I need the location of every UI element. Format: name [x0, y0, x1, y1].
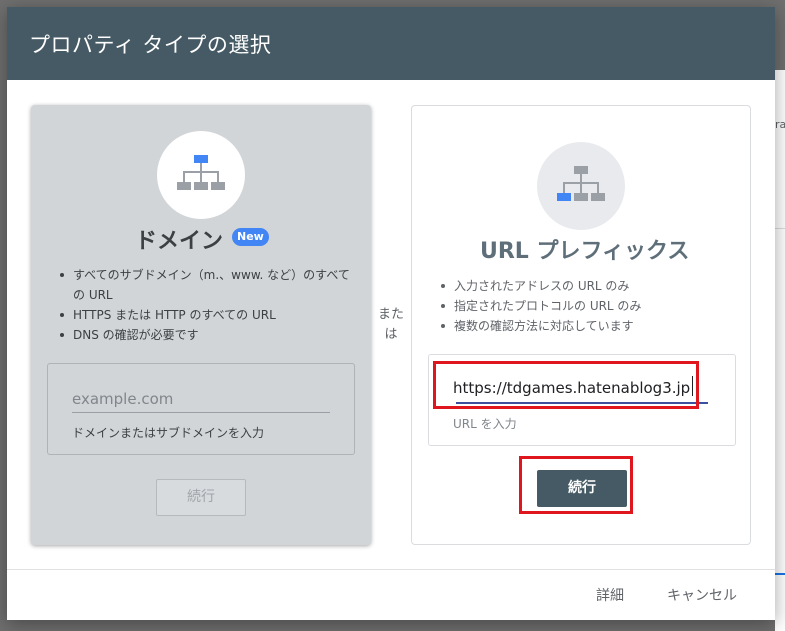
or-separator: または [374, 305, 408, 345]
background-accent-line [775, 573, 785, 575]
domain-input-underline [72, 412, 330, 413]
background-text-fragment: ra [775, 118, 785, 131]
annotation-highlight-continue-button [519, 456, 633, 514]
list-item: 入力されたアドレスの URL のみ [436, 276, 736, 296]
cancel-button[interactable]: キャンセル [667, 585, 737, 605]
or-label: または [377, 307, 404, 342]
domain-card-title: ドメイン [135, 229, 224, 254]
property-type-dialog: プロパティ タイプの選択 ドメイン New すべてのサブドメイン（m.、www.… [7, 7, 775, 620]
list-item: HTTPS または HTTP のすべての URL [55, 305, 355, 325]
dialog-header: プロパティ タイプの選択 [7, 7, 775, 80]
new-badge: New [232, 228, 269, 246]
sitemap-icon [537, 142, 625, 230]
domain-continue-button[interactable]: 続行 [156, 479, 246, 516]
list-item: すべてのサブドメイン（m.、www. など）のすべての URL [55, 265, 355, 305]
domain-input-hint: ドメインまたはサブドメインを入力 [72, 426, 265, 440]
background-divider [775, 228, 785, 229]
sitemap-icon [157, 131, 245, 219]
list-item: 複数の確認方法に対応しています [436, 316, 736, 336]
domain-input[interactable]: example.com [72, 390, 173, 408]
domain-property-card[interactable]: ドメイン New すべてのサブドメイン（m.、www. など）のすべての URL… [31, 105, 371, 545]
background-page-fragment: ra [775, 70, 785, 631]
domain-feature-list: すべてのサブドメイン（m.、www. など）のすべての URL HTTPS また… [55, 265, 355, 345]
footer-divider [7, 569, 775, 570]
url-prefix-card-title: URL プレフィックス [480, 239, 690, 264]
list-item: 指定されたプロトコルの URL のみ [436, 296, 736, 316]
annotation-highlight-url-input [433, 361, 699, 409]
details-button[interactable]: 詳細 [596, 585, 624, 605]
list-item: DNS の確認が必要です [55, 325, 355, 345]
domain-input-container: example.com ドメインまたはサブドメインを入力 [47, 363, 355, 455]
url-prefix-feature-list: 入力されたアドレスの URL のみ 指定されたプロトコルの URL のみ 複数の… [436, 276, 736, 336]
dialog-title: プロパティ タイプの選択 [29, 33, 272, 57]
url-input-hint: URL を入力 [453, 417, 517, 431]
